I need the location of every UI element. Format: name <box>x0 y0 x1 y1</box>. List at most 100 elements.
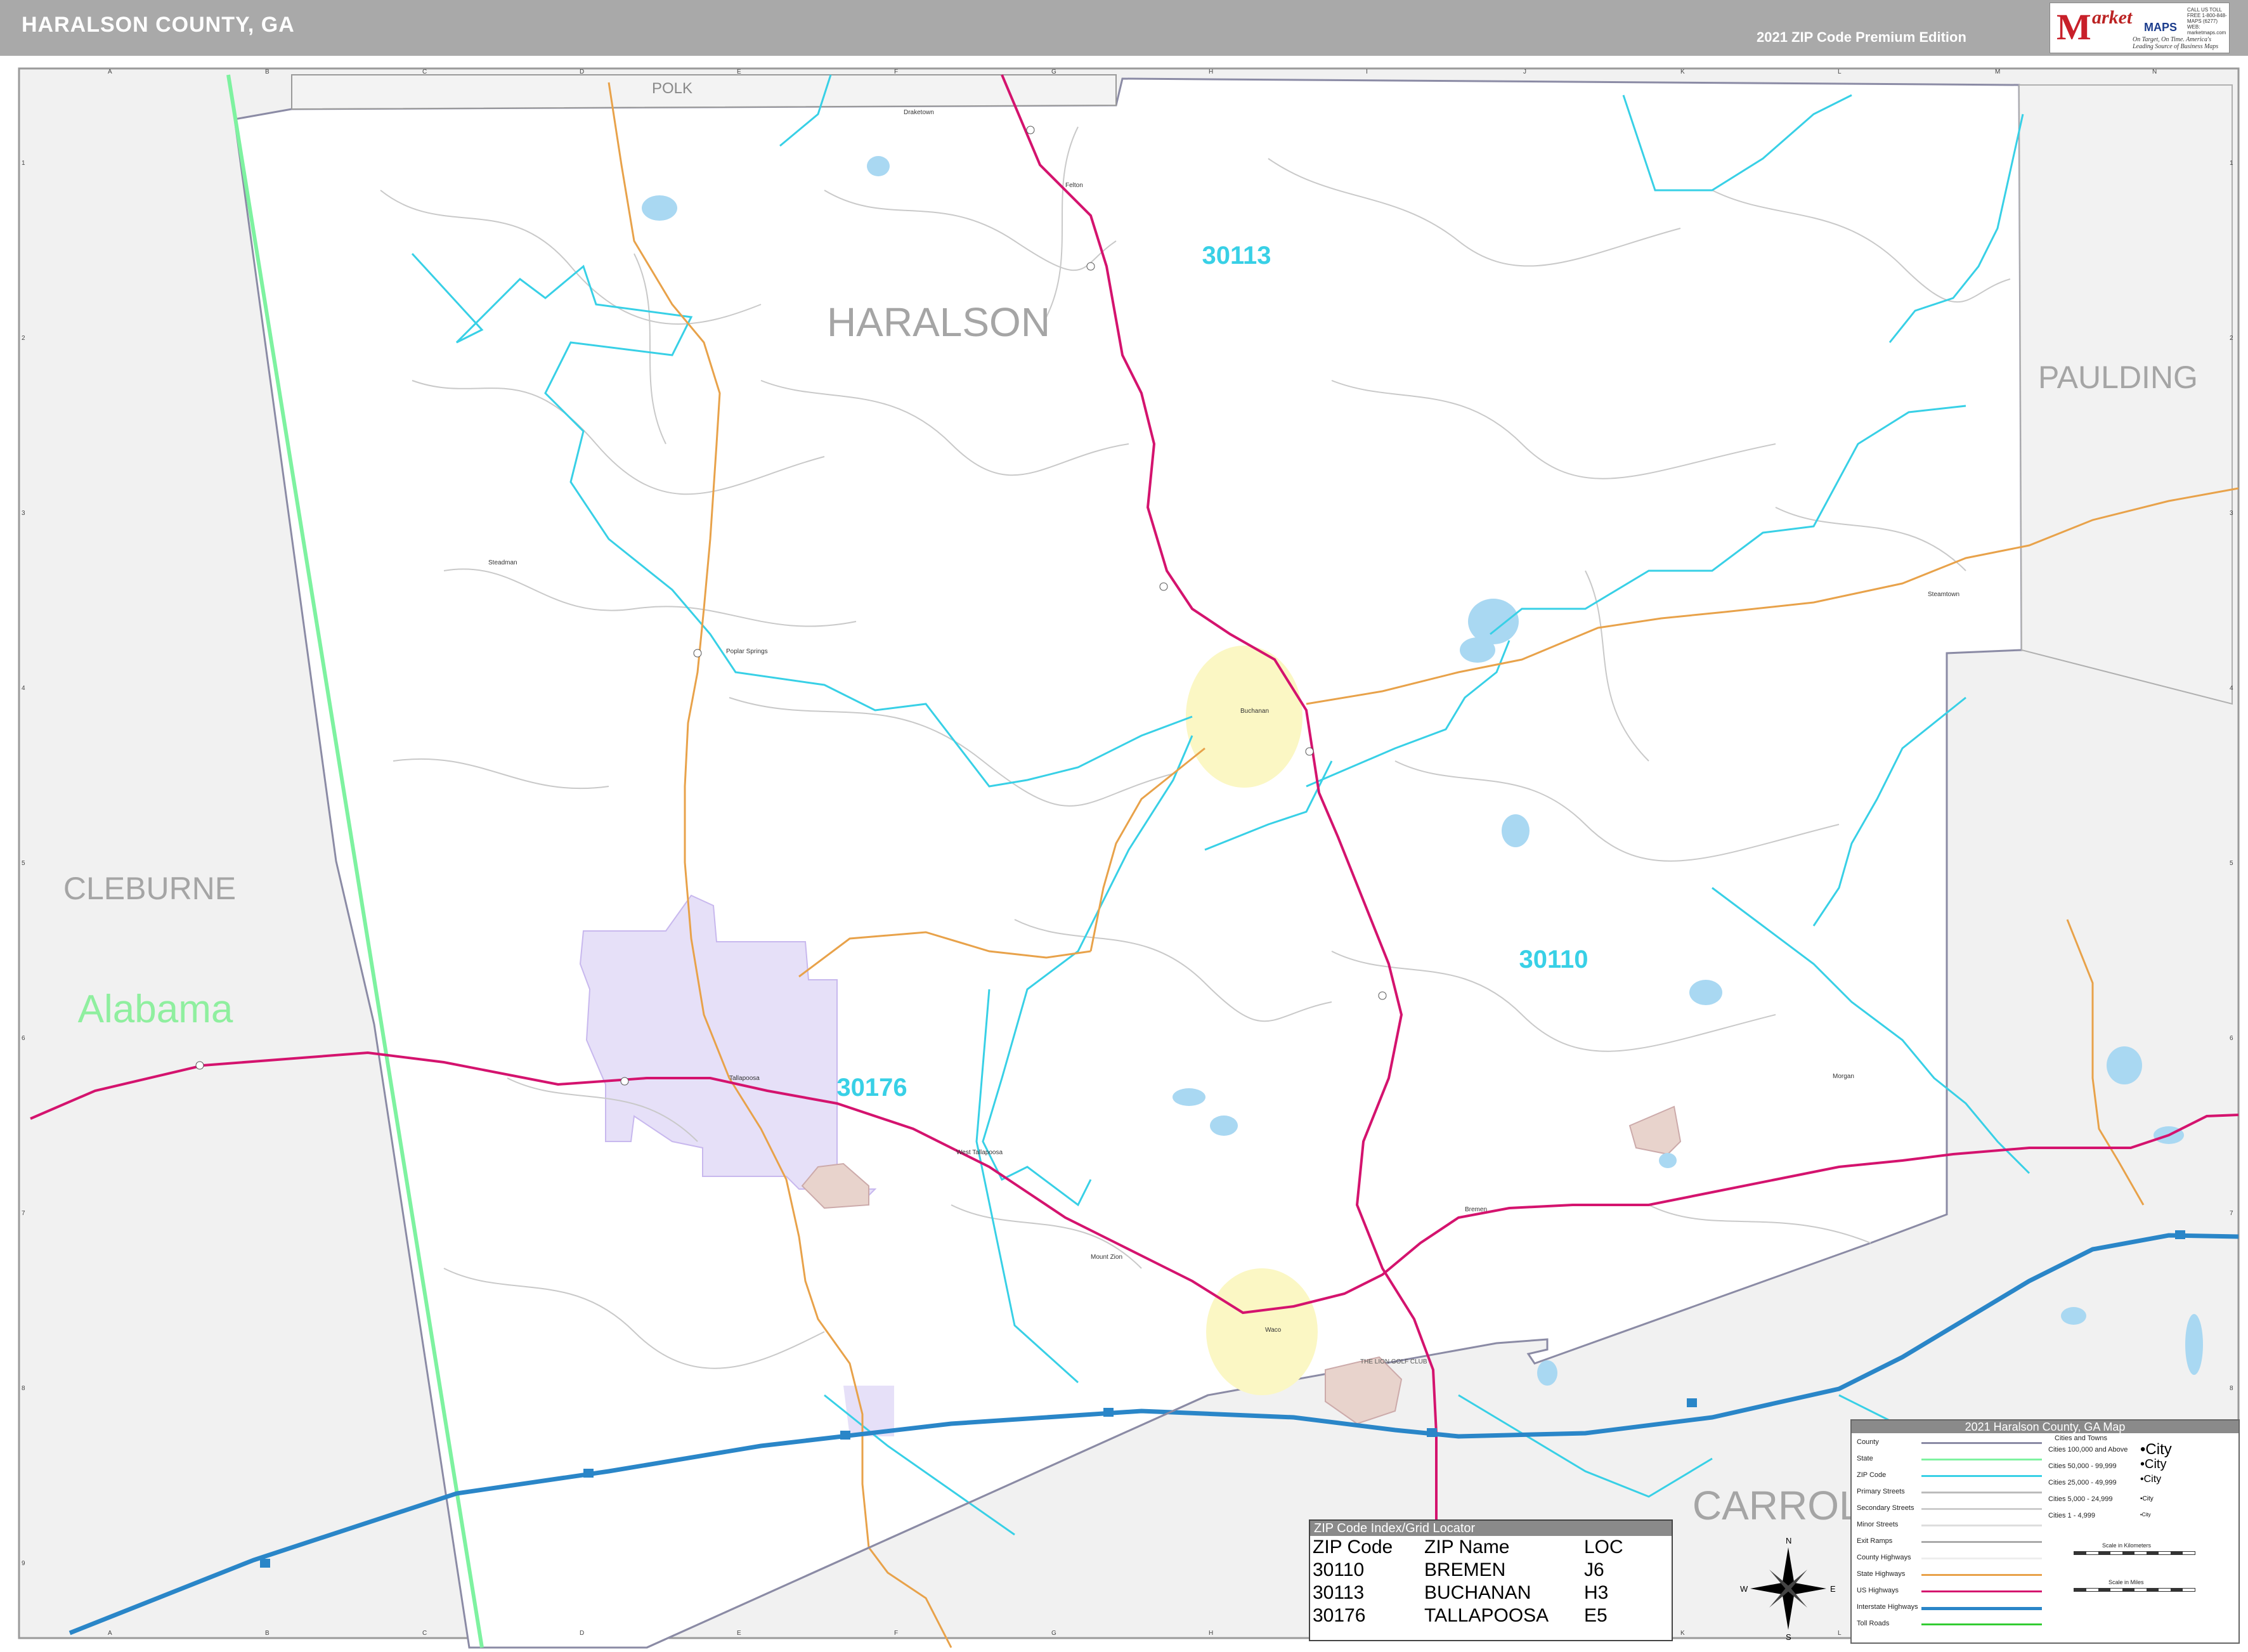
zip-label-30110: 30110 <box>1519 946 1588 973</box>
place-label: Waco <box>1265 1327 1282 1334</box>
grid-row-label-right: 3 <box>2230 510 2233 517</box>
place-label: Tallapoosa <box>729 1075 760 1082</box>
grid-column-label: N <box>2152 68 2157 75</box>
place-label: Bremen <box>1465 1206 1487 1213</box>
grid-column-label: C <box>422 68 427 75</box>
neighbor-north-label: POLK <box>652 80 692 97</box>
grid-column-label-bottom: G <box>1051 1630 1056 1637</box>
legend-swatch <box>1921 1459 2042 1460</box>
logo-brand-bottom: MAPS <box>2144 21 2178 34</box>
zip-loc-cell: J6 <box>1584 1559 1604 1580</box>
legend-scale-mi: Scale in Miles <box>2108 1579 2144 1585</box>
legend-item-label: US Highways <box>1857 1587 1899 1594</box>
grid-column-label: B <box>265 68 270 75</box>
legend-item-label: State Highways <box>1857 1570 1906 1578</box>
logo-tagline: On Target, On Time. America's Leading So… <box>2133 36 2219 50</box>
place-label: Morgan <box>1833 1073 1854 1080</box>
legend-city-size-label: Cities 50,000 - 99,999 <box>2048 1462 2117 1470</box>
logo-contact: CALL US TOLL FREE 1-800-848-MAPS (6277) … <box>2187 7 2227 36</box>
scale-bar-mi <box>2074 1588 2195 1592</box>
column-header: ZIP Code <box>1313 1537 1393 1558</box>
legend-swatch <box>1921 1508 2042 1510</box>
column-header: LOC <box>1584 1537 1623 1558</box>
logo-brand-top: arket <box>2092 7 2133 28</box>
grid-row-label: 2 <box>22 335 25 342</box>
grid-row-label: 3 <box>22 510 25 517</box>
grid-column-label-bottom: B <box>265 1630 270 1637</box>
legend-city-sample: •City <box>2140 1457 2167 1471</box>
neighbor-east-label: PAULDING <box>2038 360 2198 395</box>
city-area-south <box>843 1386 894 1436</box>
zip-index-box: ZIP Code Index/Grid Locator ZIP Code ZIP… <box>1309 1519 1673 1641</box>
grid-row-label: 8 <box>22 1385 25 1392</box>
grid-row-label: 9 <box>22 1560 25 1567</box>
legend-swatch <box>1921 1442 2042 1444</box>
legend-city-sample: •City <box>2140 1512 2151 1518</box>
table-row[interactable]: 30113 BUCHANAN H3 <box>1313 1582 1623 1604</box>
grid-row-label-right: 1 <box>2230 160 2233 167</box>
grid-column-label: G <box>1051 68 1056 75</box>
grid-column-label-bottom: H <box>1209 1630 1213 1637</box>
legend-city-sample: •City <box>2140 1495 2154 1502</box>
legend-city-size-label: Cities 25,000 - 49,999 <box>2048 1479 2117 1486</box>
map-canvas[interactable]: AABBCCDDEEFFGGHHIIJJKKLLMMNN 11223344556… <box>0 56 2248 1649</box>
grid-row-label: 4 <box>22 685 25 692</box>
table-row[interactable]: 30110 BREMEN J6 <box>1313 1559 1623 1582</box>
grid-column-label: E <box>737 68 741 75</box>
grid-row-label-right: 5 <box>2230 860 2233 867</box>
map-header: HARALSON COUNTY, GA 2021 ZIP Code Premiu… <box>0 0 2248 56</box>
legend-swatch <box>1921 1590 2042 1592</box>
compass-s: S <box>1786 1632 1791 1642</box>
zip-name-cell: BREMEN <box>1424 1559 1506 1580</box>
grid-row-label-right: 2 <box>2230 335 2233 342</box>
grid-column-label: M <box>1995 68 2000 75</box>
legend-item-label: Toll Roads <box>1857 1620 1890 1627</box>
legend-item-label: Exit Ramps <box>1857 1537 1893 1545</box>
logo-letter: M <box>2056 6 2091 48</box>
place-label: West Tallapoosa <box>956 1149 1003 1156</box>
table-row[interactable]: 30176 TALLAPOOSA E5 <box>1313 1604 1623 1627</box>
zip-loc-cell: E5 <box>1584 1605 1608 1626</box>
zip-index-title: ZIP Code Index/Grid Locator <box>1310 1521 1672 1536</box>
legend-scale-km: Scale in Kilometers <box>2102 1542 2152 1549</box>
legend-swatch <box>1921 1525 2042 1526</box>
grid-column-label: F <box>894 68 898 75</box>
map-title: HARALSON COUNTY, GA <box>22 13 295 37</box>
zip-code-cell: 30176 <box>1313 1605 1366 1626</box>
grid-column-label: J <box>1523 68 1526 75</box>
legend-item-label: County Highways <box>1857 1554 1911 1561</box>
legend-swatch <box>1921 1574 2042 1576</box>
legend-city-size-label: Cities 100,000 and Above <box>2048 1446 2128 1454</box>
place-label: Felton <box>1065 182 1083 189</box>
neighbor-west-label: CLEBURNE <box>63 871 236 906</box>
grid-column-label-bottom: E <box>737 1630 741 1637</box>
county-label: HARALSON <box>827 299 1050 345</box>
column-header: ZIP Name <box>1424 1537 1510 1558</box>
grid-column-label: D <box>580 68 584 75</box>
grid-row-label-right: 7 <box>2230 1210 2233 1217</box>
grid-row-label-right: 4 <box>2230 685 2233 692</box>
compass-e: E <box>1830 1584 1836 1594</box>
grid-row-label: 5 <box>22 860 25 867</box>
legend-city-sample: •City <box>2140 1474 2162 1485</box>
state-label: Alabama <box>78 987 233 1031</box>
zip-label-30113: 30113 <box>1202 242 1271 270</box>
zip-code-cell: 30110 <box>1313 1559 1365 1580</box>
zip-name-cell: BUCHANAN <box>1424 1582 1531 1603</box>
map-legend: 2021 Haralson County, GA Map County State… <box>1850 1419 2240 1644</box>
legend-swatch <box>1921 1475 2042 1477</box>
legend-city-sample: •City <box>2140 1441 2172 1458</box>
legend-city-size-label: Cities 1 - 4,999 <box>2048 1512 2095 1519</box>
place-label: Poplar Springs <box>726 648 768 655</box>
place-label: Mount Zion <box>1091 1254 1122 1261</box>
grid-row-label-right: 8 <box>2230 1385 2233 1392</box>
legend-item-label: Secondary Streets <box>1857 1504 1914 1512</box>
legend-city-size-label: Cities 5,000 - 24,999 <box>2048 1495 2113 1503</box>
grid-column-label-bottom: A <box>108 1630 112 1637</box>
grid-column-label-bottom: F <box>894 1630 898 1637</box>
market-maps-logo[interactable]: M arket MAPS On Target, On Time. America… <box>2050 3 2230 53</box>
zip-code-cell: 30113 <box>1313 1582 1365 1603</box>
grid-column-label: H <box>1209 68 1213 75</box>
compass-w: W <box>1740 1584 1748 1594</box>
waco-town-area <box>1206 1268 1318 1395</box>
